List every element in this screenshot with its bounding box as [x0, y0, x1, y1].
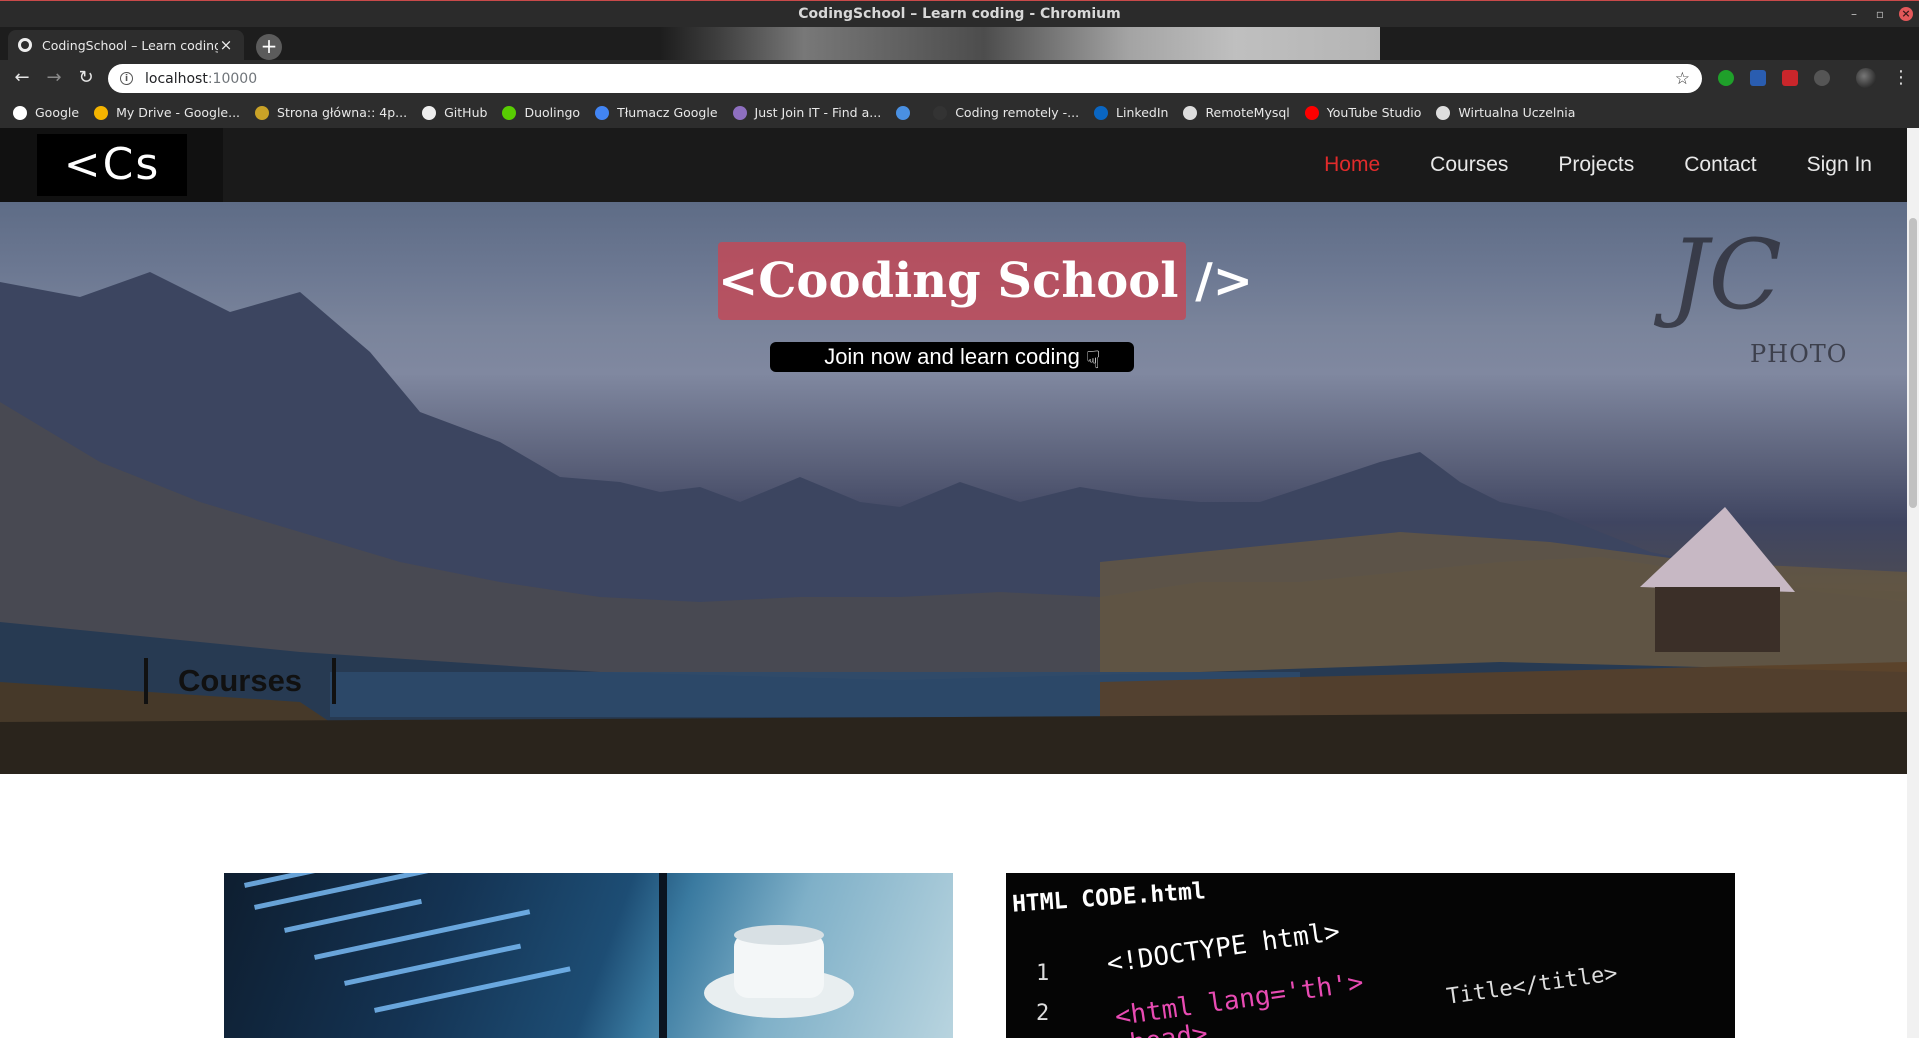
profile-avatar[interactable]: [1856, 68, 1876, 88]
youtube-icon: [1304, 105, 1319, 120]
bookmark-item[interactable]: [896, 105, 918, 120]
browser-tab[interactable]: CodingSchool – Learn coding ×: [8, 30, 244, 60]
extension-grey-icon[interactable]: [1814, 70, 1830, 86]
join-now-button[interactable]: Join now and learn coding: [770, 342, 1134, 372]
bookmark-item[interactable]: Just Join IT - Find a...: [732, 105, 882, 120]
course-card-1[interactable]: [224, 873, 953, 1038]
web-page: <Cs /> Home Courses Projects Contact Sign In…: [0, 128, 1907, 1038]
bookmark-label: RemoteMysql: [1205, 105, 1290, 120]
maximize-icon[interactable]: ▫: [1873, 1, 1887, 27]
watermark-signature: JC: [1670, 219, 1782, 331]
watermark-photo-label: PHOTO: [1750, 340, 1848, 368]
horse-icon: [933, 105, 948, 120]
hero-title: <Cooding School />: [718, 242, 1253, 320]
bookmark-label: Just Join IT - Find a...: [754, 105, 882, 120]
nav-link-sign-in[interactable]: Sign In: [1807, 153, 1872, 177]
bookmark-item[interactable]: My Drive - Google...: [94, 105, 240, 120]
bookmark-item[interactable]: GitHub: [422, 105, 487, 120]
scrollbar-thumb[interactable]: [1909, 218, 1917, 508]
bookmarks-bar: Google My Drive - Google... Strona główna:…: [0, 97, 1919, 128]
drive-icon: [94, 105, 109, 120]
close-window-icon[interactable]: ×: [1899, 7, 1913, 21]
site-info-icon[interactable]: i: [120, 72, 133, 85]
globe-icon: [18, 38, 32, 52]
site-navbar: <Cs /> Home Courses Projects Contact Sign In: [0, 128, 1907, 252]
flag-icon: [896, 105, 911, 120]
new-tab-button[interactable]: +: [256, 34, 282, 60]
bookmark-label: Duolingo: [524, 105, 581, 120]
bookmark-label: My Drive - Google...: [116, 105, 241, 120]
globe-icon: [1436, 105, 1451, 120]
bookmark-item[interactable]: Strona główna:: 4p...: [255, 105, 407, 120]
bookmark-label: Strona główna:: 4p...: [277, 105, 408, 120]
nav-link-contact[interactable]: Contact: [1684, 153, 1756, 177]
bookmark-item[interactable]: RemoteMysql: [1183, 105, 1290, 120]
back-button[interactable]: ←: [10, 66, 34, 90]
code-line: <!DOCTYPE html>: [1105, 916, 1342, 980]
extension-green-icon[interactable]: [1718, 70, 1734, 86]
nav-link-courses[interactable]: Courses: [1430, 153, 1508, 177]
forward-button[interactable]: →: [42, 66, 66, 90]
duolingo-icon: [502, 105, 517, 120]
tab-title: CodingSchool – Learn coding: [42, 37, 218, 53]
line-number: 1: [1036, 961, 1050, 986]
window-controls: – ▫ ×: [1847, 1, 1913, 27]
bookmark-item[interactable]: Duolingo: [502, 105, 580, 120]
linkedin-icon: [1094, 105, 1109, 120]
url-host: localhost: [145, 70, 208, 87]
bookmark-label: Coding remotely -...: [955, 105, 1080, 120]
bookmark-star-icon[interactable]: ☆: [1675, 69, 1690, 89]
tab-strip-theme: [660, 27, 1380, 60]
line-number: 2: [1036, 1001, 1050, 1026]
github-icon: [422, 105, 437, 120]
site-logo[interactable]: <Cs />: [37, 134, 187, 252]
google-icon: [13, 105, 27, 120]
forum-icon: [255, 105, 270, 120]
course-card-2[interactable]: HTML CODE.html 1 2 <!DOCTYPE html> <html…: [1006, 873, 1735, 1038]
url-port: :10000: [207, 70, 258, 87]
bookmark-item[interactable]: LinkedIn: [1094, 105, 1168, 120]
window-titlebar: CodingSchool – Learn coding - Chromium –…: [0, 0, 1919, 27]
bookmark-label: GitHub: [444, 105, 488, 120]
hand-cursor-icon: ☟: [1086, 346, 1101, 374]
laptop-code-image: [244, 873, 854, 1038]
nav-link-home[interactable]: Home: [1324, 153, 1380, 177]
bookmark-item[interactable]: Tłumacz Google: [595, 105, 718, 120]
bookmark-item[interactable]: Google: [13, 105, 79, 120]
site-nav-links: Home Courses Projects Contact Sign In: [1274, 128, 1872, 202]
bookmark-item[interactable]: YouTube Studio: [1304, 105, 1422, 120]
logo-container[interactable]: <Cs />: [0, 128, 223, 252]
code-line: Title</title>: [1445, 961, 1620, 1010]
window-title: CodingSchool – Learn coding - Chromium: [798, 6, 1121, 22]
bookmark-label: Wirtualna Uczelnia: [1458, 105, 1576, 120]
tab-close-icon[interactable]: ×: [218, 36, 234, 54]
extension-blue-icon[interactable]: [1750, 70, 1766, 86]
minimize-icon[interactable]: –: [1847, 1, 1861, 27]
card-code-heading: HTML CODE.html: [1011, 878, 1207, 918]
bookmark-item[interactable]: Coding remotely -...: [933, 105, 1079, 120]
justjoin-icon: [732, 105, 747, 120]
address-bar[interactable]: i localhost:10000 ☆: [108, 64, 1702, 93]
browser-menu-icon[interactable]: ⋮: [1892, 67, 1910, 88]
bookmark-label: LinkedIn: [1116, 105, 1169, 120]
page-scrollbar[interactable]: [1907, 128, 1919, 1038]
globe-icon: [1183, 105, 1198, 120]
reload-button[interactable]: ↻: [74, 66, 98, 90]
bookmark-label: YouTube Studio: [1326, 105, 1422, 120]
translate-icon: [595, 105, 610, 120]
bookmark-label: Tłumacz Google: [617, 105, 718, 120]
nav-link-projects[interactable]: Projects: [1558, 153, 1634, 177]
photo-watermark: JC PHOTO: [1650, 219, 1890, 368]
bookmark-item[interactable]: Wirtualna Uczelnia: [1436, 105, 1575, 120]
tab-strip: CodingSchool – Learn coding × +: [0, 27, 1919, 60]
extension-beta-icon[interactable]: [1782, 70, 1798, 86]
browser-toolbar: ← → ↻ i localhost:10000 ☆ ⋮: [0, 60, 1919, 97]
bookmark-label: Google: [35, 105, 80, 120]
code-line: <html lang='th'>: [1113, 967, 1366, 1033]
courses-heading: Courses: [144, 658, 337, 704]
